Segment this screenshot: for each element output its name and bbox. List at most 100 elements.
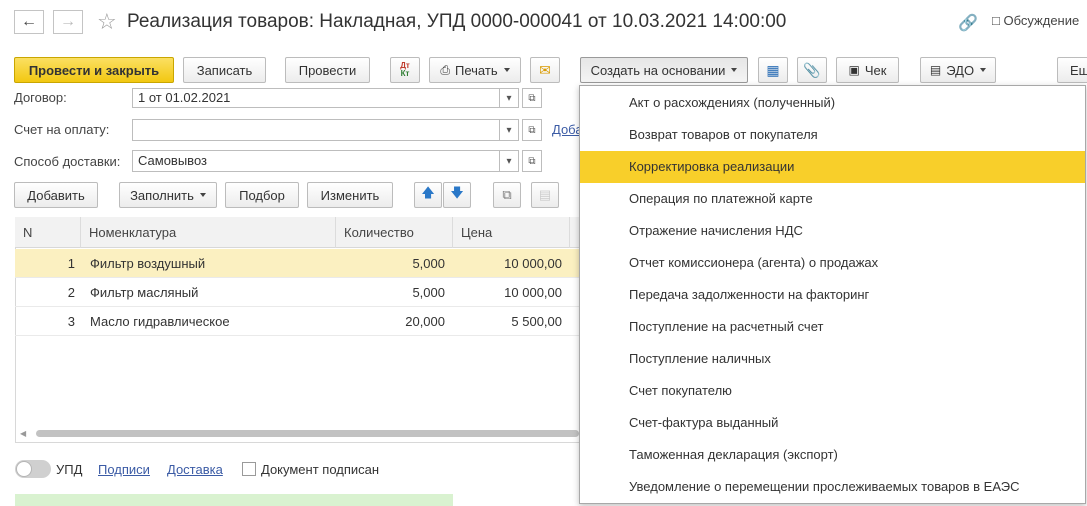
column-header-qty[interactable]: Количество (336, 217, 453, 248)
table-row[interactable]: 1 Фильтр воздушный 5,000 10 000,00 (15, 249, 579, 278)
cell-n: 1 (67, 256, 75, 271)
cell-name: Масло гидравлическое (90, 314, 230, 329)
structure-button[interactable]: ▦ (758, 57, 788, 83)
invoice-add-link[interactable]: Доба (552, 122, 583, 137)
upd-toggle[interactable] (15, 460, 51, 478)
discussions-button[interactable]: □ Обсуждение (992, 13, 1079, 28)
chevron-down-icon: ▾ (506, 155, 512, 167)
email-button[interactable]: ✉ (530, 57, 560, 83)
open-icon: ⧉ (528, 92, 536, 104)
chevron-down-icon (731, 68, 738, 72)
invoice-dropdown-button[interactable]: ▾ (499, 119, 519, 141)
more-button[interactable]: Еш (1057, 57, 1087, 83)
paste-row-button[interactable]: ▤ (531, 182, 559, 208)
column-header-name[interactable]: Номенклатура (81, 217, 336, 248)
open-icon: ⧉ (528, 155, 536, 167)
arrow-left-icon: ← (21, 13, 37, 30)
check-button[interactable]: ▣ Чек (836, 57, 899, 83)
copy-icon: ⧉ (502, 187, 512, 202)
forward-button[interactable]: → (53, 10, 83, 34)
cell-n: 3 (67, 314, 75, 329)
chevron-down-icon: ▾ (506, 92, 512, 104)
save-button[interactable]: Записать (183, 57, 266, 83)
cell-qty: 5,000 (412, 256, 445, 271)
menu-item[interactable]: Поступление наличных (580, 343, 1085, 375)
menu-item[interactable]: Отражение начисления НДС (580, 215, 1085, 247)
delivery-label: Способ доставки: (14, 154, 121, 169)
toggle-knob (16, 461, 32, 477)
envelope-icon: ✉ (539, 61, 551, 78)
table-row[interactable]: 3 Масло гидравлическое 20,000 5 500,00 (15, 307, 579, 336)
open-icon: ⧉ (528, 124, 536, 136)
back-button[interactable]: ← (14, 10, 44, 34)
delivery-link[interactable]: Доставка (167, 462, 223, 477)
menu-item[interactable]: Счет-фактура выданный (580, 407, 1085, 439)
copy-row-button[interactable]: ⧉ (493, 182, 521, 208)
contract-dropdown-button[interactable]: ▾ (499, 88, 519, 108)
column-header-n[interactable]: N (15, 217, 81, 248)
invoice-open-button[interactable]: ⧉ (522, 119, 542, 141)
cash-register-icon: ▣ (848, 63, 860, 77)
menu-item[interactable]: Операция по платежной карте (580, 183, 1085, 215)
create-based-on-button[interactable]: Создать на основании (580, 57, 748, 83)
document-signed-checkbox[interactable] (242, 462, 256, 476)
arrow-up-icon: 🡅 (421, 185, 435, 200)
post-button[interactable]: Провести (285, 57, 370, 83)
menu-item[interactable]: Поступление на расчетный счет (580, 311, 1085, 343)
horizontal-scrollbar[interactable] (36, 430, 579, 437)
arrow-down-icon: 🡇 (450, 185, 464, 200)
link-icon[interactable]: 🔗 (958, 13, 978, 33)
print-button[interactable]: ⎙ Печать (429, 57, 521, 83)
post-and-close-button[interactable]: Провести и закрыть (14, 57, 174, 83)
signatures-link[interactable]: Подписи (98, 462, 150, 477)
chevron-down-icon (199, 193, 206, 197)
change-button[interactable]: Изменить (307, 182, 393, 208)
invoice-field[interactable] (132, 119, 500, 141)
contract-open-button[interactable]: ⧉ (522, 88, 542, 108)
cell-qty: 20,000 (405, 314, 445, 329)
menu-item[interactable]: Счет покупателю (580, 375, 1085, 407)
fill-button[interactable]: Заполнить (119, 182, 217, 208)
document-signed-label: Документ подписан (261, 462, 380, 477)
menu-item[interactable]: Передача задолженности на факторинг (580, 279, 1085, 311)
totals-bar (15, 494, 453, 506)
delivery-dropdown-button[interactable]: ▾ (499, 150, 519, 172)
upd-label: УПД (56, 462, 83, 477)
move-up-button[interactable]: 🡅 (414, 182, 442, 208)
cell-price: 10 000,00 (504, 256, 562, 271)
page-title: Реализация товаров: Накладная, УПД 0000-… (127, 11, 787, 32)
menu-item[interactable]: Уведомление о перемещении прослеживаемых… (580, 471, 1085, 503)
delivery-open-button[interactable]: ⧉ (522, 150, 542, 172)
pick-button[interactable]: Подбор (225, 182, 299, 208)
cell-qty: 5,000 (412, 285, 445, 300)
invoice-label: Счет на оплату: (14, 122, 110, 137)
create-based-on-menu: Акт о расхождениях (полученный) Возврат … (579, 85, 1086, 504)
cell-price: 10 000,00 (504, 285, 562, 300)
contract-label: Договор: (14, 90, 67, 105)
menu-item[interactable]: Таможенная декларация (экспорт) (580, 439, 1085, 471)
paperclip-icon: 📎 (803, 61, 821, 78)
hierarchy-icon: ▦ (766, 61, 780, 78)
chevron-down-icon (980, 68, 987, 72)
edo-icon: ▤ (929, 63, 942, 77)
dt-kt-button[interactable]: Дт Кт (390, 57, 420, 83)
contract-field[interactable]: 1 от 01.02.2021 (132, 88, 500, 108)
menu-item-highlighted[interactable]: Корректировка реализации (580, 151, 1085, 183)
cell-name: Фильтр воздушный (90, 256, 206, 271)
cell-n: 2 (67, 285, 75, 300)
printer-icon: ⎙ (440, 62, 450, 77)
menu-item[interactable]: Возврат товаров от покупателя (580, 119, 1085, 151)
edo-button[interactable]: ▤ ЭДО (920, 57, 996, 83)
attach-button[interactable]: 📎 (797, 57, 827, 83)
table-row[interactable]: 2 Фильтр масляный 5,000 10 000,00 (15, 278, 579, 307)
menu-item[interactable]: Акт о расхождениях (полученный) (580, 87, 1085, 119)
menu-item[interactable]: Отчет комиссионера (агента) о продажах (580, 247, 1085, 279)
cell-price: 5 500,00 (511, 314, 562, 329)
move-down-button[interactable]: 🡇 (443, 182, 471, 208)
delivery-field[interactable]: Самовывоз (132, 150, 500, 172)
table-header: N Номенклатура Количество Цена (15, 217, 579, 248)
column-header-price[interactable]: Цена (453, 217, 570, 248)
favorite-star-icon[interactable]: ☆ (97, 9, 117, 35)
scroll-left-icon[interactable]: ◀ (20, 429, 26, 438)
add-row-button[interactable]: Добавить (14, 182, 98, 208)
